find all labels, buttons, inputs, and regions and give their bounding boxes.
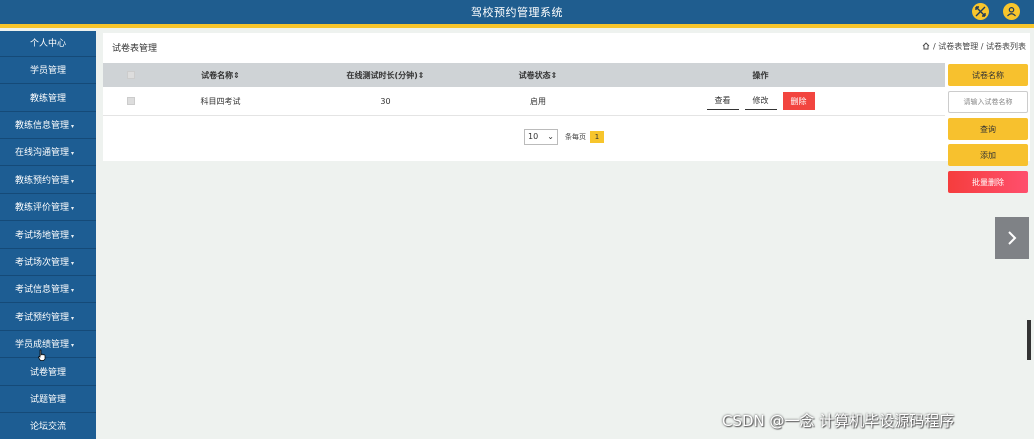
sidebar-item-label: 考试场地管理 [15, 231, 70, 241]
next-page-arrow[interactable] [995, 217, 1029, 259]
sidebar-item-coach-info[interactable]: 教练信息管理 ▾ [0, 113, 96, 139]
paper-name-label: 试卷名称 [948, 64, 1028, 86]
chevron-down-icon: ▾ [71, 205, 75, 212]
main-content: 试卷表管理 / 试卷表管理 / 试卷表列表 试卷名称⇕ 在线测试时长(分钟)⇕ … [103, 33, 1030, 161]
sidebar-item-label: 教练预约管理 [15, 176, 70, 186]
sidebar-item-label: 论坛交流 [29, 422, 66, 432]
sidebar: 个人中心 学员管理 教练管理 教练信息管理 ▾ 在线沟通管理 ▾ 教练预约管理 ▾ 教… [0, 31, 96, 439]
sidebar-item-students[interactable]: 学员管理 [0, 58, 96, 84]
sidebar-item-questions[interactable]: 试题管理 [0, 387, 96, 413]
cell-duration: 30 [380, 96, 391, 106]
sidebar-item-label: 在线沟通管理 [15, 148, 70, 158]
sidebar-item-exam-venue[interactable]: 考试场地管理 ▾ [0, 223, 96, 249]
sidebar-item-label: 学员管理 [29, 66, 66, 76]
page-size-value: 10 [528, 132, 539, 141]
select-all-checkbox[interactable] [121, 63, 141, 87]
sidebar-item-label: 考试预约管理 [15, 313, 70, 323]
sidebar-item-label: 教练管理 [29, 94, 66, 104]
app-title: 驾校预约管理系统 [471, 6, 563, 19]
chevron-down-icon: ⌄ [547, 132, 554, 141]
page-size-label: 条每页 [565, 133, 586, 141]
scrollbar-thumb[interactable] [1027, 320, 1031, 360]
breadcrumb-separator: / [980, 42, 984, 51]
breadcrumb-separator: / [932, 42, 936, 51]
header-accent-strip [0, 24, 1034, 28]
table-row: 科目四考试 30 启用 查看 修改 删除 [103, 87, 945, 116]
top-header: 驾校预约管理系统 [0, 0, 1034, 24]
chevron-down-icon: ▾ [71, 233, 75, 240]
sidebar-item-label: 个人中心 [29, 39, 66, 49]
edit-button[interactable]: 修改 [744, 92, 777, 110]
chevron-down-icon: ▾ [71, 342, 75, 349]
watermark-text: CSDN @一念 计算机毕设源码程序 [722, 412, 955, 430]
page-number-current[interactable]: 1 [590, 131, 604, 143]
column-header-actions: 操作 [752, 70, 769, 80]
page-title: 试卷表管理 [112, 44, 158, 54]
hand-cursor-icon [38, 349, 46, 361]
chevron-right-icon [1008, 231, 1017, 245]
sidebar-item-online-chat[interactable]: 在线沟通管理 ▾ [0, 140, 96, 166]
sidebar-item-forum[interactable]: 论坛交流 [0, 414, 96, 439]
breadcrumb-level2: 试卷表列表 [986, 42, 1026, 51]
home-icon[interactable] [922, 42, 930, 50]
sidebar-item-exam-booking[interactable]: 考试预约管理 ▾ [0, 305, 96, 331]
page-size-select[interactable]: 10 ⌄ [524, 129, 558, 145]
breadcrumb-level1[interactable]: 试卷表管理 [938, 42, 978, 51]
sidebar-item-coach-review[interactable]: 教练评价管理 ▾ [0, 195, 96, 221]
row-checkbox[interactable] [121, 87, 141, 115]
table-header: 试卷名称⇕ 在线测试时长(分钟)⇕ 试卷状态⇕ 操作 [103, 63, 945, 87]
cell-paper-name: 科目四考试 [200, 96, 241, 106]
cell-status: 启用 [530, 96, 546, 106]
paper-name-search-input[interactable]: 请输入试卷名称 [948, 91, 1028, 113]
sidebar-item-label: 试题管理 [29, 395, 66, 405]
sidebar-item-label: 试卷管理 [29, 368, 66, 378]
sidebar-item-papers[interactable]: 试卷管理 [0, 360, 96, 386]
chevron-down-icon: ▾ [71, 315, 75, 322]
chevron-down-icon: ▾ [71, 178, 75, 185]
sidebar-item-label: 教练信息管理 [15, 121, 70, 131]
view-button[interactable]: 查看 [706, 92, 739, 110]
delete-button[interactable]: 删除 [782, 92, 815, 110]
column-header-duration[interactable]: 在线测试时长(分钟)⇕ [328, 63, 443, 87]
chevron-down-icon: ▾ [71, 150, 75, 157]
chevron-down-icon: ▾ [71, 260, 75, 267]
sidebar-item-coaches[interactable]: 教练管理 [0, 86, 96, 112]
sidebar-item-coach-booking[interactable]: 教练预约管理 ▾ [0, 168, 96, 194]
add-button[interactable]: 添加 [948, 144, 1028, 166]
column-header-status[interactable]: 试卷状态⇕ [483, 63, 593, 87]
column-header-name[interactable]: 试卷名称⇕ [163, 63, 278, 87]
fullscreen-toggle-icon[interactable] [972, 3, 989, 20]
sidebar-item-exam-info[interactable]: 考试信息管理 ▾ [0, 277, 96, 303]
breadcrumb: / 试卷表管理 / 试卷表列表 [922, 41, 1026, 52]
sidebar-item-label: 考试信息管理 [15, 285, 70, 295]
pagination: 10 ⌄ 条每页 1 [524, 129, 604, 145]
user-avatar-icon[interactable] [1003, 3, 1020, 20]
chevron-down-icon: ▾ [71, 287, 75, 294]
sidebar-item-exam-session[interactable]: 考试场次管理 ▾ [0, 250, 96, 276]
sidebar-item-personal-center[interactable]: 个人中心 [0, 31, 96, 57]
search-button[interactable]: 查询 [948, 118, 1028, 140]
batch-delete-button[interactable]: 批量删除 [948, 171, 1028, 193]
chevron-down-icon: ▾ [71, 123, 75, 130]
sidebar-item-student-scores[interactable]: 学员成绩管理 ▾ [0, 332, 96, 358]
sidebar-item-label: 教练评价管理 [15, 203, 70, 213]
paper-table: 试卷名称⇕ 在线测试时长(分钟)⇕ 试卷状态⇕ 操作 科目四考试 30 启用 查… [103, 63, 945, 116]
row-actions: 查看 修改 删除 [703, 87, 818, 115]
sidebar-item-label: 考试场次管理 [15, 258, 70, 268]
